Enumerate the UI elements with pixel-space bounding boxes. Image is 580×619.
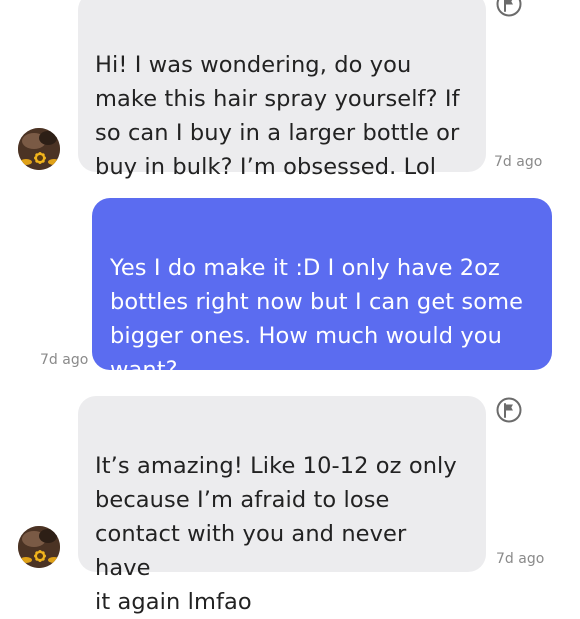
avatar[interactable] bbox=[18, 128, 60, 170]
message-text: Hi! I was wondering, do you make this ha… bbox=[95, 52, 460, 180]
message-timestamp: 7d ago bbox=[494, 154, 543, 170]
sunflower-avatar-icon bbox=[18, 526, 60, 568]
flag-icon[interactable] bbox=[496, 397, 522, 423]
message-thread: Hi! I was wondering, do you make this ha… bbox=[0, 0, 580, 615]
incoming-message-bubble: Hi! I was wondering, do you make this ha… bbox=[78, 0, 486, 180]
incoming-message-bubble: It’s amazing! Like 10-12 oz only because… bbox=[78, 396, 486, 615]
flag-icon[interactable] bbox=[496, 0, 522, 17]
outgoing-message-bubble: Yes I do make it :D I only have 2oz bott… bbox=[92, 198, 552, 383]
message-timestamp: 7d ago bbox=[496, 551, 545, 567]
message-timestamp: 7d ago bbox=[40, 352, 89, 368]
message-text: It’s amazing! Like 10-12 oz only because… bbox=[95, 453, 457, 615]
message-text: Yes I do make it :D I only have 2oz bott… bbox=[110, 255, 524, 383]
sunflower-avatar-icon bbox=[18, 128, 60, 170]
avatar[interactable] bbox=[18, 526, 60, 568]
